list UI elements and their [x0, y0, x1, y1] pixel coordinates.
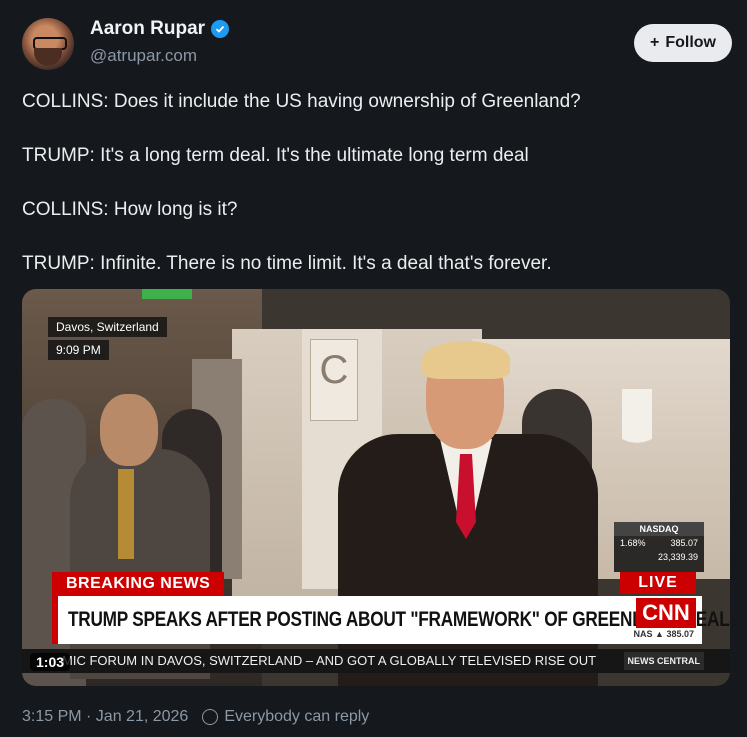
cnn-logo: CNN: [636, 598, 696, 628]
nasdaq-mini: NAS ▲ 385.07: [633, 629, 694, 639]
chyron-headline: TRUMP SPEAKS AFTER POSTING ABOUT "FRAMEW…: [68, 608, 730, 631]
news-central-label: NEWS CENTRAL: [623, 652, 704, 670]
post-line: COLLINS: Does it include the US having o…: [22, 91, 581, 112]
author-name-row[interactable]: Aaron Rupar: [90, 18, 230, 40]
breaking-news-banner: BREAKING NEWS: [52, 572, 225, 596]
follow-label: Follow: [665, 34, 716, 51]
nasdaq-pct: 1.68%: [620, 538, 646, 548]
follow-button[interactable]: + Follow: [634, 24, 732, 62]
post-header: Aaron Rupar @atrupar.com + Follow: [22, 16, 732, 72]
avatar[interactable]: [22, 18, 74, 70]
exit-sign: [142, 289, 192, 299]
post-line: TRUMP: It's a long term deal. It's the u…: [22, 145, 529, 166]
news-ticker: MIC FORUM IN DAVOS, SWITZERLAND – AND GO…: [22, 649, 730, 673]
video-player[interactable]: C Davos, Switzerland 9:09 PM NASDAQ 1.68…: [22, 289, 730, 686]
person-left: [70, 449, 210, 679]
video-duration: 1:03: [30, 653, 71, 671]
post-timestamp[interactable]: 3:15 PM · Jan 21, 2026: [22, 708, 188, 726]
location-label: Davos, Switzerland: [48, 317, 167, 337]
local-time-label: 9:09 PM: [48, 340, 109, 360]
post-text: COLLINS: Does it include the US having o…: [22, 90, 732, 306]
location-overlay: Davos, Switzerland 9:09 PM: [48, 317, 167, 363]
ticker-text: MIC FORUM IN DAVOS, SWITZERLAND – AND GO…: [62, 653, 597, 668]
nasdaq-box: NASDAQ 1.68% 385.07 23,339.39: [614, 522, 704, 572]
reply-settings-icon: [202, 709, 219, 725]
nasdaq-label: NASDAQ: [614, 522, 704, 536]
live-badge: LIVE: [620, 572, 696, 594]
post-line: COLLINS: How long is it?: [22, 199, 238, 220]
nasdaq-value: 23,339.39: [657, 552, 698, 562]
plus-icon: +: [650, 34, 660, 51]
chyron: TRUMP SPEAKS AFTER POSTING ABOUT "FRAMEW…: [52, 596, 730, 644]
post-footer: 3:15 PM · Jan 21, 2026 Everybody can rep…: [22, 708, 369, 726]
nasdaq-change: 385.07: [670, 538, 698, 548]
reply-setting: Everybody can reply: [224, 708, 370, 725]
author-name[interactable]: Aaron Rupar: [90, 18, 205, 40]
author-handle[interactable]: @atrupar.com: [90, 46, 197, 66]
verified-badge-icon: [211, 20, 230, 38]
post-line: TRUMP: Infinite. There is no time limit.…: [22, 253, 552, 274]
room-sign: C: [310, 339, 358, 421]
